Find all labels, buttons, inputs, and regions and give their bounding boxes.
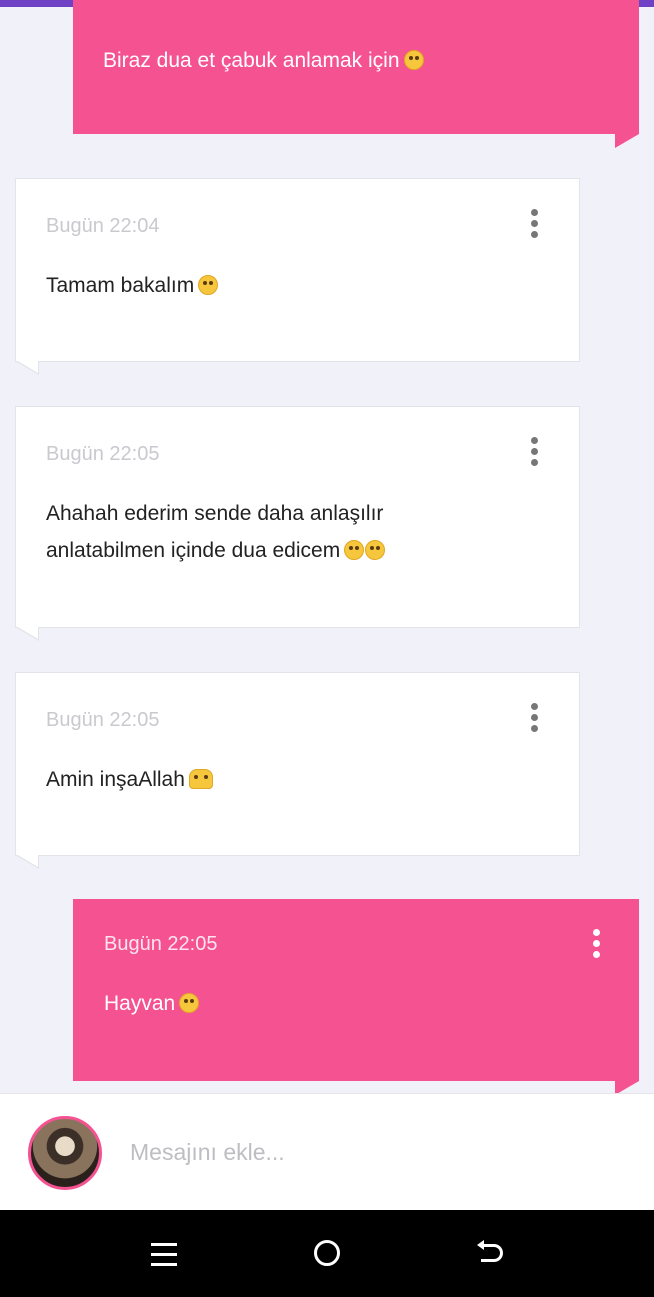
message-bubble-outgoing[interactable]: Bugün 22:05 Hayvan	[73, 899, 639, 1095]
message-timestamp: Bugün 22:05	[46, 443, 160, 465]
laughing-tears-emoji-icon	[344, 540, 365, 560]
message-menu-icon[interactable]	[529, 703, 539, 737]
message-bubble-incoming[interactable]: Bugün 22:04 Tamam bakalım	[15, 178, 580, 375]
rolling-eyes-emoji-icon	[179, 993, 200, 1013]
message-menu-icon[interactable]	[589, 0, 599, 4]
raised-hands-emoji-icon	[188, 769, 213, 789]
back-icon[interactable]	[474, 1236, 510, 1270]
message-text: Hayvan	[104, 985, 579, 1022]
message-text: Ahahah ederim sende daha anlaşılır anlat…	[46, 502, 386, 562]
laughing-tears-emoji-icon	[365, 540, 386, 560]
home-icon[interactable]	[309, 1236, 345, 1270]
message-timestamp: Bugün 22:05	[46, 709, 160, 731]
message-text: Tamam bakalım	[46, 267, 519, 304]
message-menu-icon[interactable]	[529, 437, 539, 471]
bubble-tail	[15, 360, 39, 375]
bubble-tail	[15, 626, 39, 641]
bubble-tail	[615, 134, 639, 148]
bubble-tail	[15, 854, 39, 869]
smiling-emoji-icon	[198, 275, 219, 295]
message-bubble-incoming[interactable]: Bugün 22:05 Amin inşaAllah	[15, 672, 580, 869]
message-text: Biraz dua et çabuk anlamak için	[103, 42, 579, 79]
message-input[interactable]	[118, 1124, 618, 1180]
message-menu-icon[interactable]	[529, 209, 539, 243]
message-timestamp: Bugün 22:05	[104, 933, 218, 955]
message-text: Amin inşaAllah	[46, 761, 519, 798]
message-menu-icon[interactable]	[591, 929, 601, 963]
message-bubble-incoming[interactable]: Bugün 22:05 Ahahah ederim sende daha anl…	[15, 406, 580, 641]
rolling-eyes-emoji-icon	[403, 50, 424, 70]
menu-icon[interactable]	[146, 1236, 182, 1270]
user-avatar[interactable]	[28, 1116, 102, 1190]
message-bubble-outgoing[interactable]: Biraz dua et çabuk anlamak için	[73, 0, 639, 148]
system-navigation-bar	[0, 1210, 654, 1297]
message-composer	[0, 1093, 654, 1210]
message-timestamp: Bugün 22:04	[46, 215, 160, 237]
